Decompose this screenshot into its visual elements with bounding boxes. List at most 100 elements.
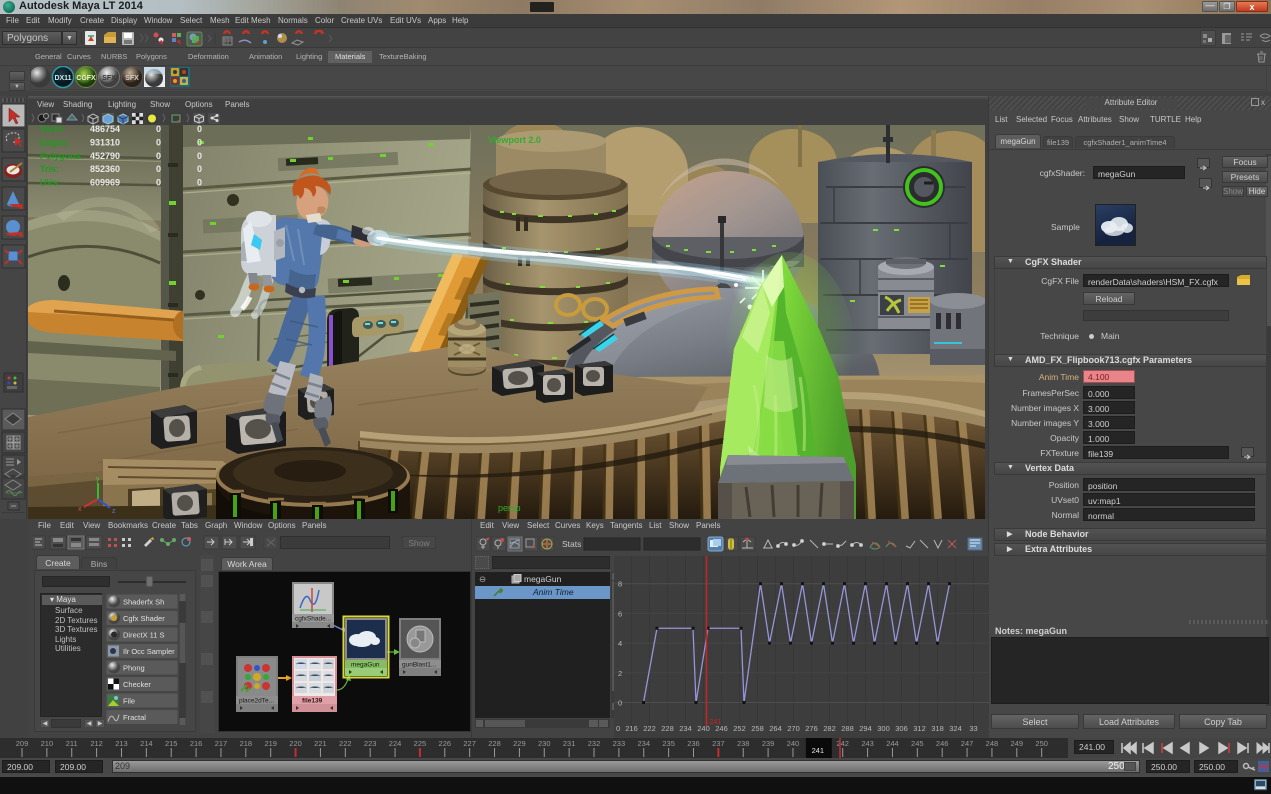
- svg-text:place2dTe...: place2dTe...: [239, 698, 274, 705]
- svg-text:File: File: [123, 697, 135, 706]
- svg-text:6: 6: [618, 609, 622, 618]
- svg-text:312: 312: [913, 724, 926, 733]
- svg-text:0: 0: [197, 151, 202, 161]
- svg-text:237: 237: [712, 739, 725, 748]
- svg-text:213: 213: [115, 739, 128, 748]
- svg-text:215: 215: [165, 739, 178, 748]
- svg-text:318: 318: [931, 724, 944, 733]
- svg-text:282: 282: [823, 724, 836, 733]
- svg-text:218: 218: [240, 739, 253, 748]
- svg-text:Edges:: Edges:: [40, 137, 70, 147]
- svg-text:cgfxShade...: cgfxShade...: [295, 616, 331, 623]
- svg-text:0: 0: [156, 164, 161, 174]
- svg-text:294: 294: [859, 724, 872, 733]
- svg-text:300: 300: [877, 724, 890, 733]
- svg-text:244: 244: [886, 739, 899, 748]
- svg-text:239: 239: [762, 739, 775, 748]
- svg-text:Viewport 2.0: Viewport 2.0: [488, 135, 541, 145]
- svg-text:Cgfx Shader: Cgfx Shader: [123, 614, 165, 623]
- svg-text:212: 212: [90, 739, 103, 748]
- svg-text:276: 276: [805, 724, 818, 733]
- svg-text:247: 247: [961, 739, 974, 748]
- svg-text:y: y: [96, 476, 100, 483]
- svg-text:249: 249: [1011, 739, 1024, 748]
- svg-text:217: 217: [215, 739, 228, 748]
- svg-text:0: 0: [156, 151, 161, 161]
- svg-text:230: 230: [538, 739, 551, 748]
- svg-text:232: 232: [588, 739, 601, 748]
- svg-text:222: 222: [339, 739, 352, 748]
- svg-text:Ilr Occ Sampler: Ilr Occ Sampler: [123, 647, 175, 656]
- svg-text:0: 0: [197, 137, 202, 147]
- svg-text:221: 221: [314, 739, 327, 748]
- svg-text:file139: file139: [302, 698, 323, 705]
- svg-text:Tris:: Tris:: [40, 164, 59, 174]
- svg-text:243: 243: [861, 739, 874, 748]
- svg-text:0: 0: [618, 699, 622, 708]
- svg-text:240: 240: [697, 724, 710, 733]
- svg-text:Polygons:: Polygons:: [40, 151, 84, 161]
- svg-text:0: 0: [616, 724, 620, 733]
- svg-text:persp: persp: [498, 503, 521, 513]
- svg-text:226: 226: [439, 739, 452, 748]
- svg-text:0: 0: [197, 164, 202, 174]
- svg-text:228: 228: [661, 724, 674, 733]
- svg-text:Phong: Phong: [123, 664, 145, 673]
- svg-text:216: 216: [190, 739, 203, 748]
- svg-text:223: 223: [364, 739, 377, 748]
- svg-text:8: 8: [618, 580, 622, 589]
- svg-text:242: 242: [836, 739, 849, 748]
- svg-text:211: 211: [66, 739, 78, 748]
- svg-text:241: 241: [812, 746, 825, 755]
- svg-text:209: 209: [16, 739, 29, 748]
- svg-text:0: 0: [197, 125, 202, 134]
- svg-text:931310: 931310: [90, 137, 120, 147]
- svg-text:225: 225: [414, 739, 427, 748]
- svg-text:245: 245: [911, 739, 924, 748]
- svg-text:609969: 609969: [90, 178, 120, 188]
- svg-text:233: 233: [613, 739, 626, 748]
- svg-text:252: 252: [733, 724, 746, 733]
- svg-text:227: 227: [463, 739, 476, 748]
- svg-text:324: 324: [949, 724, 962, 733]
- svg-text:Stats: Stats: [562, 539, 581, 549]
- svg-text:4: 4: [618, 639, 622, 648]
- svg-text:248: 248: [986, 739, 999, 748]
- svg-text:231: 231: [563, 739, 576, 748]
- svg-text:235: 235: [662, 739, 675, 748]
- svg-text:33: 33: [969, 724, 977, 733]
- svg-text:gunBlast1...: gunBlast1...: [402, 662, 437, 669]
- svg-text:0: 0: [156, 178, 161, 188]
- svg-text:288: 288: [841, 724, 854, 733]
- svg-text:megaGun: megaGun: [351, 662, 380, 669]
- svg-text:220: 220: [289, 739, 302, 748]
- svg-text:222: 222: [643, 724, 656, 733]
- svg-text:236: 236: [687, 739, 700, 748]
- svg-text:219: 219: [264, 739, 277, 748]
- svg-text:452790: 452790: [90, 151, 120, 161]
- svg-text:Checker: Checker: [123, 680, 151, 689]
- svg-text:229: 229: [513, 739, 526, 748]
- svg-text:306: 306: [895, 724, 908, 733]
- svg-text:238: 238: [737, 739, 750, 748]
- svg-text:240: 240: [787, 739, 800, 748]
- svg-text:Verts:: Verts:: [40, 125, 65, 134]
- svg-text:250: 250: [1035, 739, 1048, 748]
- svg-text:Fractal: Fractal: [123, 713, 146, 722]
- svg-text:246: 246: [936, 739, 949, 748]
- svg-text:214: 214: [140, 739, 153, 748]
- svg-text:DirectX 11 S: DirectX 11 S: [123, 631, 165, 640]
- svg-text:0: 0: [156, 137, 161, 147]
- svg-text:x: x: [78, 506, 82, 513]
- svg-text:852360: 852360: [90, 164, 120, 174]
- svg-text:210: 210: [41, 739, 54, 748]
- svg-text:234: 234: [637, 739, 650, 748]
- svg-text:224: 224: [389, 739, 402, 748]
- svg-text:234: 234: [679, 724, 692, 733]
- svg-text:0: 0: [197, 178, 202, 188]
- svg-text:241: 241: [710, 719, 722, 726]
- svg-text:258: 258: [751, 724, 764, 733]
- svg-text:264: 264: [769, 724, 782, 733]
- svg-text:z: z: [112, 508, 116, 515]
- svg-text:216: 216: [625, 724, 638, 733]
